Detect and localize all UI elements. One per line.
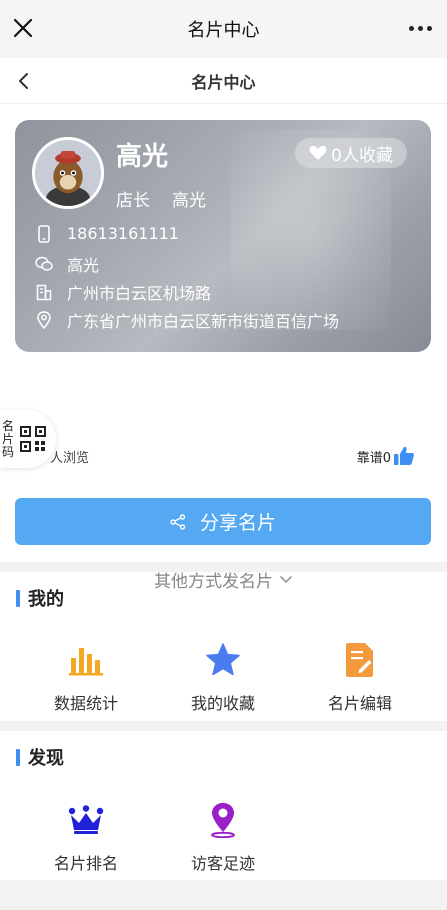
building-icon xyxy=(35,283,53,301)
avatar[interactable] xyxy=(32,137,104,209)
wechat-row[interactable]: 高光 xyxy=(35,252,99,276)
edit-document-icon xyxy=(340,640,380,680)
chevron-down-icon xyxy=(280,575,292,583)
data-stats-button[interactable]: 数据统计 xyxy=(26,640,146,714)
likes-count: 靠谱0 xyxy=(356,450,391,466)
location-row[interactable]: 广东省广州市白云区新市街道百信广场 xyxy=(35,308,339,332)
company-address: 广州市白云区机场路 xyxy=(67,284,212,303)
qr-code-icon xyxy=(20,426,46,452)
visitor-trail-label: 访客足迹 xyxy=(190,854,255,873)
thumbs-up-icon xyxy=(394,446,414,465)
favorites-badge[interactable]: 0人收藏 xyxy=(295,138,407,168)
qr-code-tab[interactable]: 名片码 xyxy=(0,410,56,468)
card-ranking-button[interactable]: 名片排名 xyxy=(26,800,146,874)
card-name: 高光 xyxy=(116,142,169,172)
page-content: 名片中心 高光 0人收藏 店长 高光 18613161111 高光 广州市白云区… xyxy=(0,58,447,910)
card-ranking-label: 名片排名 xyxy=(53,854,118,873)
nav-bar: 名片中心 xyxy=(0,58,447,104)
crown-icon xyxy=(66,800,106,840)
bar-chart-icon xyxy=(66,640,106,680)
section-accent-bar xyxy=(16,589,20,607)
mine-section-title: 我的 xyxy=(28,589,64,610)
data-stats-label: 数据统计 xyxy=(53,694,118,713)
close-icon[interactable] xyxy=(10,15,36,41)
edit-card-button[interactable]: 名片编辑 xyxy=(300,640,420,714)
heart-icon xyxy=(309,145,327,160)
page-title: 名片中心 xyxy=(191,72,256,92)
my-favorites-button[interactable]: 我的收藏 xyxy=(163,640,283,714)
my-favorites-label: 我的收藏 xyxy=(190,694,255,713)
share-icon xyxy=(170,513,186,530)
wechat-title-bar: 名片中心 xyxy=(0,0,447,58)
wechat-id: 高光 xyxy=(67,256,100,275)
likes-button[interactable]: 靠谱0 xyxy=(357,445,415,467)
more-options-icon[interactable] xyxy=(409,22,433,34)
phone-icon xyxy=(35,224,53,243)
qr-code-label: 名片码 xyxy=(2,418,15,459)
wechat-icon xyxy=(35,255,53,273)
role-name: 高光 xyxy=(172,191,206,211)
business-card[interactable]: 高光 0人收藏 店长 高光 18613161111 高光 广州市白云区机场路 广… xyxy=(15,120,431,352)
section-divider xyxy=(0,721,447,731)
role-title: 店长 xyxy=(116,191,150,211)
discover-section-header: 发现 xyxy=(16,744,64,770)
phone-number: 18613161111 xyxy=(67,224,179,243)
location-pin-icon xyxy=(203,800,243,840)
share-card-button[interactable]: 分享名片 xyxy=(15,498,431,545)
mine-section-header: 我的 xyxy=(16,585,64,611)
favorites-count: 0人收藏 xyxy=(331,145,393,166)
phone-row[interactable]: 18613161111 xyxy=(35,224,179,243)
location-icon xyxy=(35,311,53,329)
edit-card-label: 名片编辑 xyxy=(327,694,392,713)
star-icon xyxy=(203,640,243,680)
discover-section-title: 发现 xyxy=(28,748,64,769)
back-icon[interactable] xyxy=(14,71,34,91)
section-divider xyxy=(0,562,447,572)
bottom-spacer xyxy=(0,880,447,910)
location-address: 广东省广州市白云区新市街道百信广场 xyxy=(67,312,340,331)
visitor-trail-button[interactable]: 访客足迹 xyxy=(163,800,283,874)
visit-count: 人浏览 xyxy=(50,451,90,466)
section-accent-bar xyxy=(16,748,20,766)
card-role: 店长 高光 xyxy=(116,186,206,211)
share-card-label: 分享名片 xyxy=(199,512,276,534)
wechat-title: 名片中心 xyxy=(187,20,260,41)
company-row[interactable]: 广州市白云区机场路 xyxy=(35,280,211,304)
